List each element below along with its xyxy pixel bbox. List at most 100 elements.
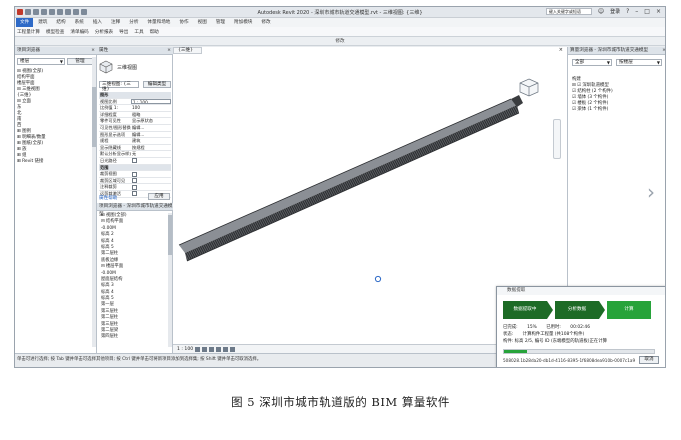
ribbon-tab[interactable]: 插入 (89, 18, 106, 27)
property-value[interactable]: 按规程 (131, 145, 171, 151)
ribbon-command[interactable]: 工具 (134, 29, 143, 35)
temporary-hide-icon[interactable] (230, 346, 236, 352)
property-value[interactable]: 显示原状态 (131, 118, 171, 124)
sign-in-label[interactable]: 登录 (610, 8, 620, 15)
project-browser-header: 项目浏览器 - 深圳市城市轨道交通模型 (97, 203, 173, 217)
shadows-icon[interactable] (216, 346, 222, 352)
ribbon-command[interactable]: 清单编码 (70, 29, 88, 35)
property-value[interactable]: 建筑 (131, 138, 171, 144)
tree-item[interactable]: 第四层柱 (101, 334, 171, 340)
property-value[interactable]: 1 : 100 (131, 98, 171, 105)
ribbon-tab[interactable]: 注释 (107, 18, 124, 27)
minimize-icon[interactable]: – (635, 8, 638, 15)
property-row[interactable]: 零件可见性 显示原状态 (99, 118, 171, 125)
detail-level-icon[interactable] (195, 346, 201, 352)
navigation-bar[interactable] (553, 119, 561, 159)
quantity-browser-title: 算量浏览器 - 深圳市城市轨道交通模型 (570, 48, 649, 53)
ribbon-tab[interactable]: 视图 (194, 18, 211, 27)
type-selector[interactable]: 三维视图 (99, 57, 171, 77)
user-icon[interactable]: ☺ (598, 8, 604, 15)
ribbon-tab[interactable]: 体量和场地 (143, 18, 174, 27)
property-value[interactable] (131, 178, 171, 184)
property-row[interactable]: 显示隐藏线 按规程 (99, 145, 171, 152)
property-row[interactable]: 详细程度 粗略 (99, 112, 171, 119)
scroll-thumb[interactable] (92, 87, 96, 147)
properties-help-link[interactable]: 属性帮助 (99, 195, 117, 201)
step-indicator: 数据提取中 分析数据 计算 (503, 301, 651, 319)
ribbon-command[interactable]: 模型检查 (46, 29, 64, 35)
type-name: 三维视图 (117, 64, 138, 71)
ribbon-tab[interactable]: 分析 (125, 18, 142, 27)
maximize-icon[interactable]: □ (644, 8, 650, 15)
viewcube-icon[interactable] (518, 77, 540, 99)
visual-style-icon[interactable] (202, 346, 208, 352)
elapsed-label: 已用时: (546, 325, 561, 330)
property-name: 规程 (100, 138, 109, 144)
checkbox[interactable] (132, 184, 137, 190)
close-icon[interactable]: × (662, 47, 665, 55)
view-type-dropdown[interactable]: 三维视图: {三维} (99, 81, 139, 92)
manage-button[interactable]: 管理 (67, 58, 93, 65)
chevron-right-icon[interactable]: › (647, 180, 655, 204)
ribbon-tab[interactable]: 协作 (175, 18, 192, 27)
checkbox[interactable] (132, 171, 137, 177)
close-icon[interactable]: × (656, 8, 661, 15)
quantity-browser-header: 算量浏览器 - 深圳市城市轨道交通模型 × (568, 47, 665, 55)
property-value[interactable]: 无 (131, 151, 171, 157)
browser-filter-dropdown[interactable]: 楼层 ▼ (17, 58, 65, 65)
ribbon-command[interactable]: 导出 (119, 29, 128, 35)
checkbox[interactable] (132, 178, 137, 184)
property-value[interactable]: 粗略 (131, 112, 171, 118)
view-scale[interactable]: 1 : 100 (177, 347, 193, 352)
ribbon-tab[interactable]: 修改 (257, 18, 274, 27)
property-row[interactable]: 比例值 1: 100 (99, 105, 171, 112)
property-value[interactable] (131, 158, 171, 164)
checkbox[interactable] (132, 191, 137, 197)
ribbon-tab[interactable]: 结构 (52, 18, 69, 27)
property-value[interactable]: 编辑... (131, 125, 171, 131)
property-row[interactable]: 注释裁剪 (99, 184, 171, 191)
revit-screenshot: Autodesk Revit 2020 - 深圳市城市轨道交通模型.rvt - … (14, 6, 666, 368)
ribbon-tab[interactable]: 附加模块 (230, 18, 256, 27)
ribbon-tab[interactable]: 建筑 (34, 18, 51, 27)
property-row[interactable]: 图形显示选项 编辑... (99, 132, 171, 139)
property-row[interactable]: 可见性/图形替换 编辑... (99, 125, 171, 132)
browser-scrollbar[interactable] (92, 57, 96, 347)
cancel-button[interactable]: 取消 (639, 356, 659, 364)
property-name: 裁剪区域可见 (100, 177, 126, 183)
scroll-thumb[interactable] (168, 215, 172, 255)
property-value[interactable]: 100 (131, 105, 171, 111)
scope-dropdown[interactable]: 全部 ▼ (572, 59, 612, 66)
ribbon-command[interactable]: 工程量计算 (17, 29, 40, 35)
sun-path-icon[interactable] (209, 346, 215, 352)
checkbox[interactable] (132, 158, 137, 164)
ribbon-command[interactable]: 分析报表 (95, 29, 113, 35)
property-row[interactable]: 视图比例 1 : 100 (99, 98, 171, 106)
close-icon[interactable]: × (91, 47, 95, 55)
property-row[interactable]: 裁剪视图 (99, 171, 171, 178)
edit-type-button[interactable]: 编辑类型 (143, 81, 171, 88)
property-row[interactable]: 日光路径 (99, 158, 171, 165)
close-icon[interactable]: × (167, 47, 171, 55)
tree-item[interactable]: ⊞ Revit 链接 (17, 159, 93, 165)
group-by-dropdown[interactable]: 按楼层 ▼ (616, 59, 662, 66)
step-analyze: 分析数据 (555, 301, 599, 319)
orbit-target-icon[interactable] (374, 275, 382, 283)
property-row[interactable]: 默认分析显示样式无 (99, 151, 171, 158)
ribbon-tab[interactable]: 文件 (16, 18, 34, 27)
apply-button[interactable]: 应用 (148, 193, 170, 200)
property-row[interactable]: 规程 建筑 (99, 138, 171, 145)
property-value[interactable]: 编辑... (131, 132, 171, 138)
search-input[interactable]: 键入关键字或短语 (545, 8, 592, 15)
project-browser-scrollbar[interactable] (168, 213, 172, 347)
property-row[interactable]: 裁剪区域可见 (99, 178, 171, 185)
crop-view-icon[interactable] (223, 346, 229, 352)
property-value[interactable] (131, 184, 171, 190)
property-value[interactable] (131, 171, 171, 177)
ribbon-command[interactable]: 帮助 (150, 29, 159, 35)
ribbon-tab[interactable]: 系统 (71, 18, 88, 27)
help-icon[interactable]: ? (626, 8, 629, 15)
ribbon-panel: 工程量计算 模型检查 清单编码 分析报表 导出 工具 帮助 (15, 27, 665, 37)
ribbon-tab[interactable]: 管理 (212, 18, 229, 27)
quantity-row[interactable]: ☑ 梁体 (1 个构件) (572, 107, 664, 113)
